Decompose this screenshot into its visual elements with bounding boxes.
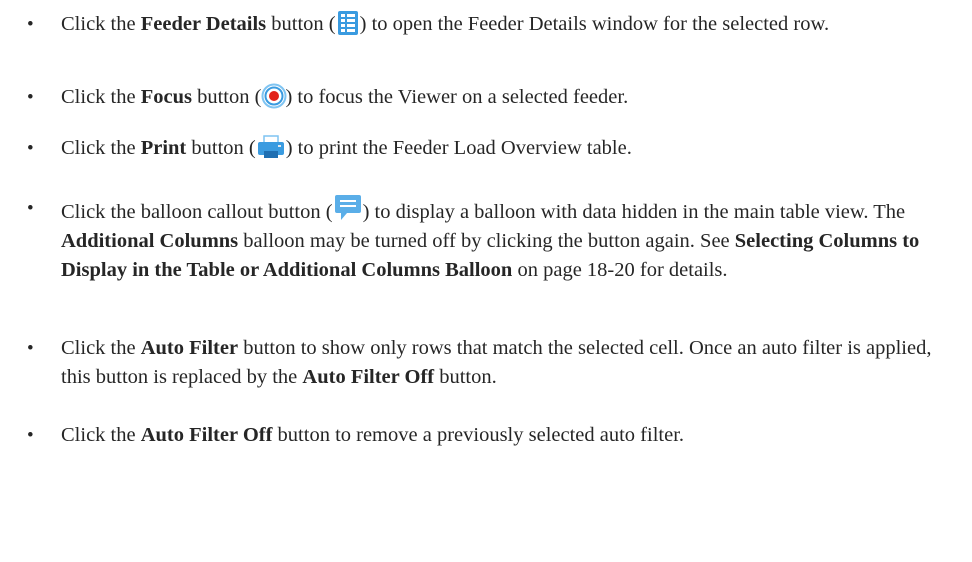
bullet-marker: • [27, 87, 34, 108]
text-segment: button ( [191, 86, 262, 108]
text-segment: Click the [61, 86, 141, 108]
text-segment: button ( [266, 13, 336, 35]
text-segment: Click the balloon callout button ( [61, 201, 333, 223]
text-segment: button ( [186, 137, 256, 159]
bullet-marker: • [27, 138, 34, 159]
bold-term: Auto Filter Off [302, 366, 435, 388]
list-item-text: Click the Print button ( ) to print the … [61, 134, 961, 163]
bold-term: Print [140, 137, 187, 159]
document-page: • Click the Feeder Details button ( ) to… [0, 0, 972, 562]
list-item-text: Click the Auto Filter button to show onl… [61, 334, 961, 392]
text-segment: ) to open the Feeder Details window for … [359, 13, 830, 35]
text-segment: ) to print the Feeder Load Overview tabl… [285, 137, 632, 159]
focus-target-icon [261, 83, 287, 109]
bullet-marker: • [27, 198, 34, 219]
text-segment: Click the [61, 13, 141, 35]
bold-term: Focus [140, 86, 192, 108]
text-segment: button to remove a previously selected a… [272, 424, 685, 446]
list-item-text: Click the Auto Filter Off button to remo… [61, 421, 961, 450]
text-segment: ) to display a balloon with data hidden … [362, 201, 911, 223]
bullet-marker: • [27, 425, 34, 446]
list-item-text: Click the balloon callout button ( ) to … [61, 194, 961, 285]
bold-term: Additional Columns [61, 230, 239, 252]
list-item-text: Click the Focus button ( ) to focus the … [61, 83, 961, 112]
bold-term: Auto Filter [140, 337, 239, 359]
text-segment: on page 18-20 for details. [512, 259, 728, 281]
text-segment: Click the [61, 424, 141, 446]
printer-icon [256, 134, 286, 160]
text-segment: balloon may be turned off by clicking th… [238, 230, 735, 252]
bullet-marker: • [27, 14, 34, 35]
text-segment: ) to focus the Viewer on a selected feed… [285, 86, 629, 108]
text-segment: Click the [61, 337, 141, 359]
text-segment: button. [434, 366, 497, 388]
bullet-marker: • [27, 338, 34, 359]
balloon-callout-icon [333, 194, 363, 222]
feeder-details-icon [336, 10, 360, 36]
bold-term: Feeder Details [140, 13, 267, 35]
text-segment: Click the [61, 137, 141, 159]
list-item-text: Click the Feeder Details button ( ) to o… [61, 10, 961, 39]
bold-term: Auto Filter Off [140, 424, 273, 446]
